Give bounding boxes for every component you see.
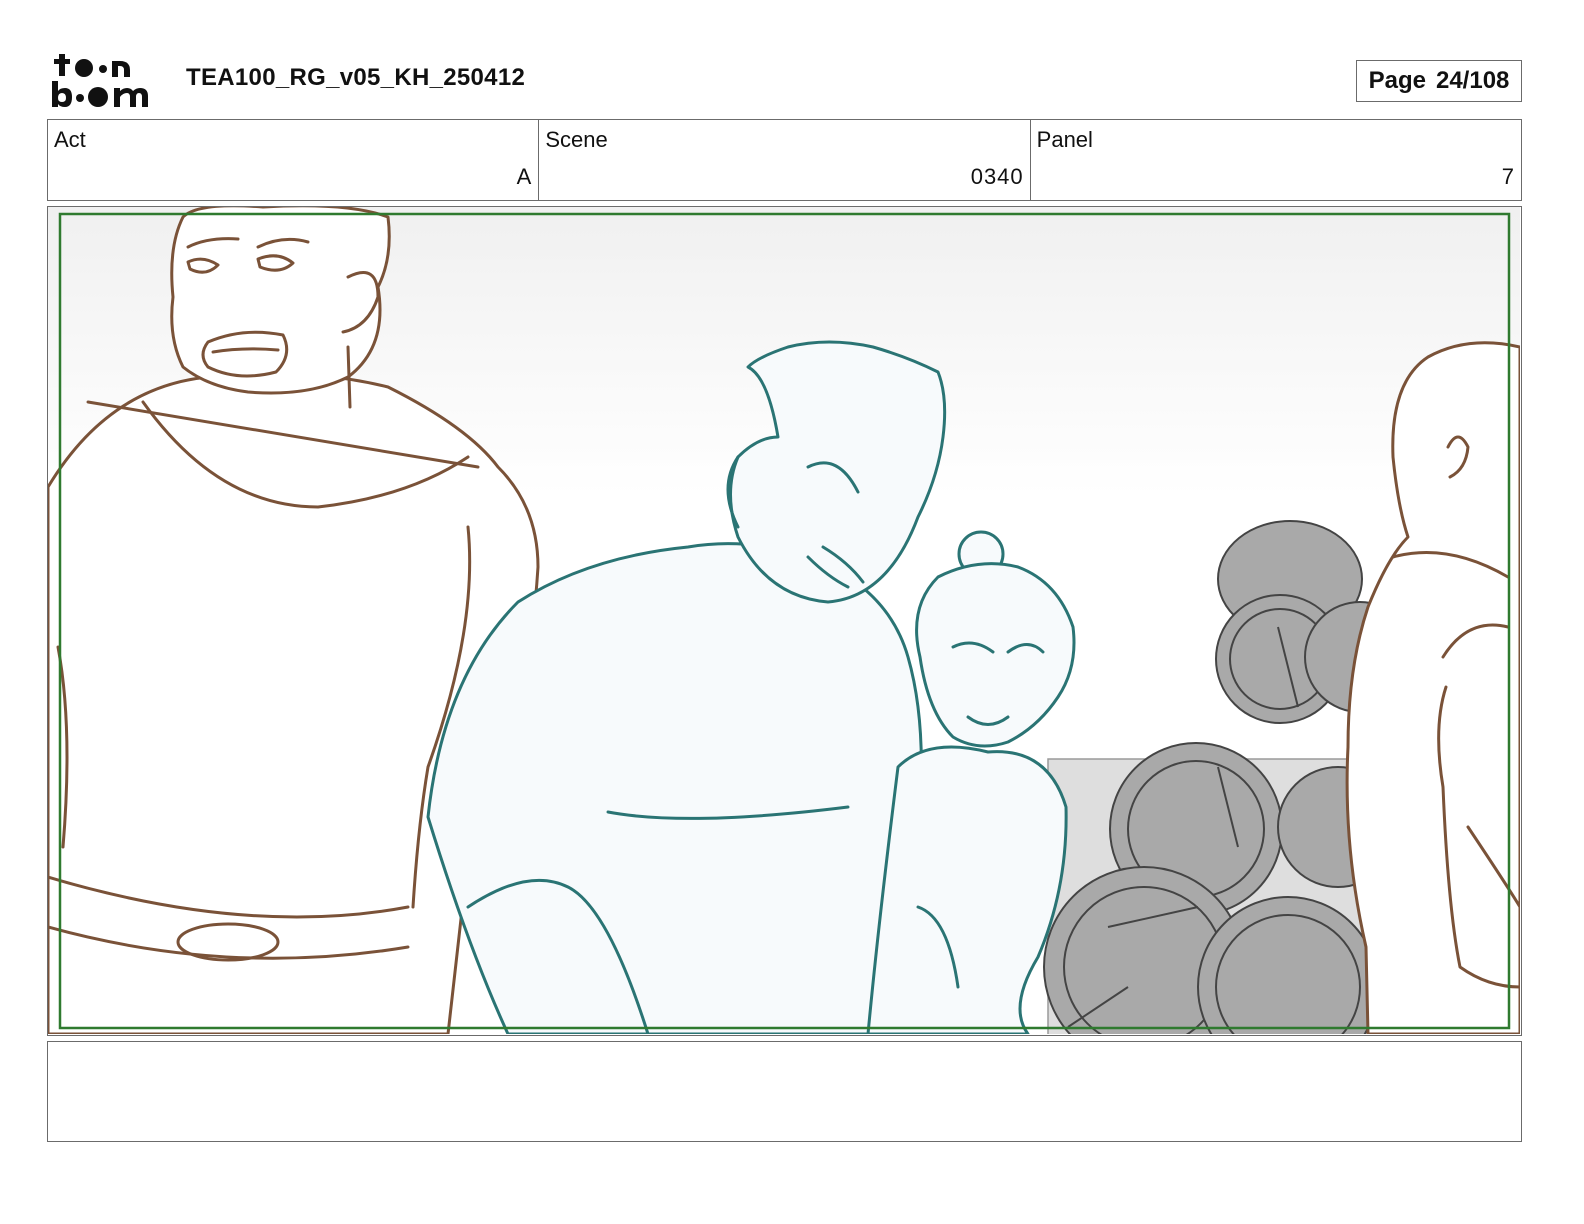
- panel-value: 7: [1501, 164, 1515, 189]
- panel-notes-box: [47, 1041, 1522, 1142]
- scene-value: 0340: [970, 164, 1024, 189]
- panel-cell: Panel 7: [1031, 120, 1521, 200]
- page-indicator: Page 24/108: [1356, 60, 1522, 102]
- page-label: Page: [1368, 67, 1426, 94]
- page-number: 24/108: [1435, 67, 1510, 94]
- shot-info-table: Act A Scene 0340 Panel 7: [47, 119, 1522, 201]
- act-cell: Act A: [48, 120, 540, 200]
- panel-label: Panel: [1036, 127, 1093, 152]
- toonboom-logo: [52, 54, 148, 107]
- scene-cell: Scene 0340: [539, 120, 1031, 200]
- scene-label: Scene: [545, 127, 608, 152]
- act-value: A: [516, 164, 533, 189]
- act-label: Act: [54, 127, 86, 152]
- panel-sketch: [48, 207, 1520, 1034]
- document-title: TEA100_RG_v05_KH_250412: [186, 64, 526, 91]
- storyboard-panel: [47, 206, 1522, 1036]
